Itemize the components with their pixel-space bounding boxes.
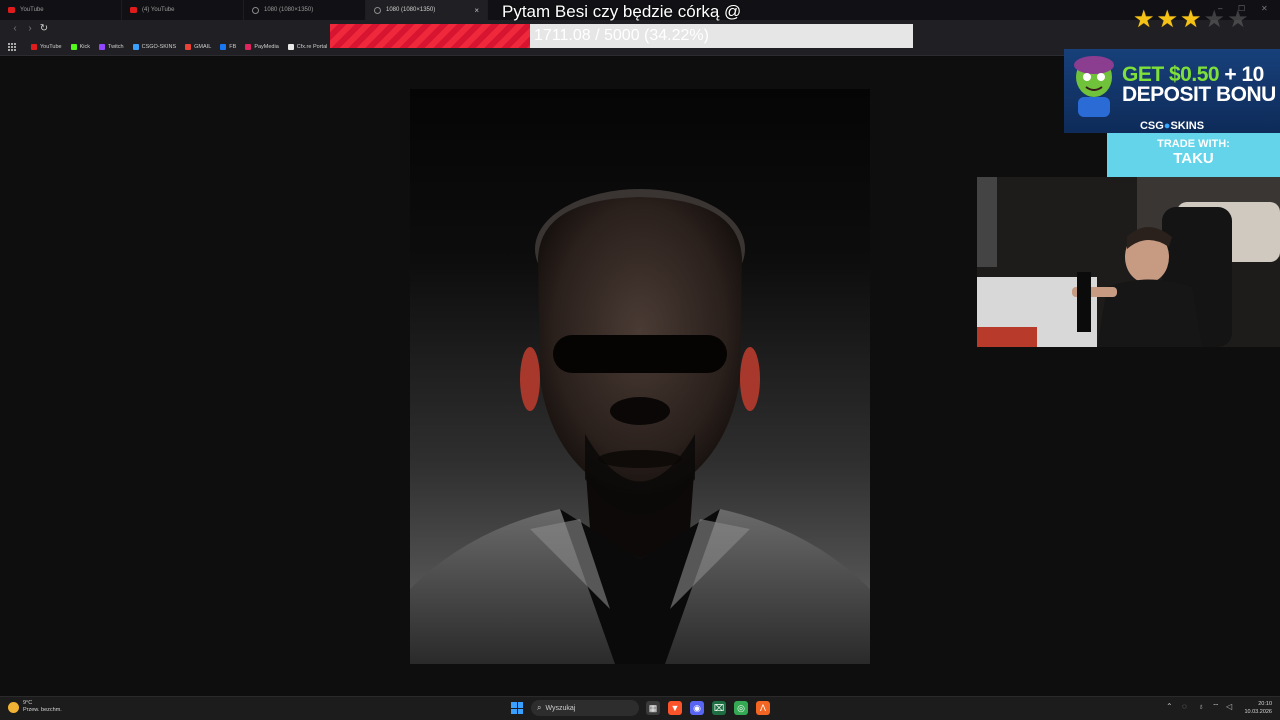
taskbar-search[interactable]: ⌕ Wyszukaj <box>531 700 639 716</box>
sponsor-ad-banner: GET $0.50 + 10 DEPOSIT BONU CSG●SKINS <box>1064 49 1280 133</box>
youtube-icon <box>31 44 37 50</box>
ad-subheadline: DEPOSIT BONU <box>1122 83 1276 106</box>
wifi-icon[interactable]: ⌔ <box>1212 702 1220 712</box>
trade-label: TRADE WITH: <box>1157 138 1230 150</box>
volume-icon[interactable]: ◁ <box>1226 702 1232 711</box>
weather-condition: Przew. bezchm. <box>23 707 62 713</box>
star-icon: ★ <box>1180 6 1202 33</box>
show-hidden-icons-icon[interactable]: ⌃ <box>1166 702 1173 711</box>
close-tab-icon[interactable]: × <box>474 6 479 15</box>
discord-icon[interactable]: ◉ <box>690 701 704 715</box>
facebook-icon <box>220 44 227 50</box>
search-placeholder: Wyszukaj <box>545 704 576 712</box>
weather-text: 9°C Przew. bezchm. <box>23 700 62 714</box>
mascot-character-icon <box>1074 56 1114 117</box>
trade-with-banner: TRADE WITH: TAKU <box>1107 133 1280 177</box>
browser-tab-youtube-2[interactable]: (4) YouTube <box>122 0 244 20</box>
bookmark-cfx[interactable]: Cfx.re Portal <box>287 44 328 50</box>
start-button[interactable] <box>511 702 523 714</box>
webcam-scene <box>977 177 1280 347</box>
bookmark-gmail[interactable]: GMAIL <box>185 44 211 50</box>
bookmark-fb[interactable]: FB <box>220 44 236 50</box>
tab-title: YouTube <box>20 7 44 13</box>
file-explorer-icon[interactable]: ▦ <box>646 701 660 715</box>
clock-time: 20:10 <box>1258 701 1272 707</box>
bookmark-paymedia[interactable]: PayMedia <box>245 44 279 50</box>
weather-sun-icon <box>8 701 19 713</box>
csgo-skins-icon <box>132 44 139 50</box>
app-icon[interactable]: Λ <box>756 701 770 715</box>
trade-name: TAKU <box>1173 150 1214 167</box>
weather-widget[interactable]: 9°C Przew. bezchm. <box>8 700 62 714</box>
bookmark-label: Kick <box>79 44 91 50</box>
star-rating: ★ ★ ★ ★ ★ <box>1133 8 1249 32</box>
excel-icon[interactable]: ⌧ <box>712 701 726 715</box>
cfx-icon <box>287 44 294 50</box>
bookmark-csgo-skins[interactable]: CSGO-SKINS <box>132 44 177 50</box>
bookmark-label: Cfx.re Portal <box>296 44 328 50</box>
stream-title: Pytam Besi czy będzie córką @ <box>502 2 742 21</box>
gmail-icon <box>185 44 192 50</box>
youtube-icon <box>8 7 15 13</box>
apps-grid-icon[interactable] <box>8 43 16 51</box>
paymedia-icon <box>245 44 252 50</box>
browser-tab-image[interactable]: 1080 (1080×1350) <box>244 0 366 20</box>
chrome-icon[interactable]: ◎ <box>734 701 748 715</box>
close-window-button[interactable]: ✕ <box>1261 4 1268 13</box>
ad-brand-left: CSG <box>1139 120 1164 132</box>
weather-temp: 9°C <box>23 700 33 706</box>
youtube-icon <box>130 7 137 13</box>
kick-icon <box>70 44 77 50</box>
bookmark-label: FB <box>229 44 237 50</box>
browser-tab-image-active[interactable]: 1080 (1080×1350) × <box>366 0 488 20</box>
portrait-illustration <box>410 189 870 664</box>
ad-headline: GET $0.50 + 10 <box>1122 64 1264 85</box>
network-icon[interactable]: ◌ <box>1182 702 1187 711</box>
donation-goal-bar: 1711.08 / 5000 (34.22%) <box>330 24 913 48</box>
brave-browser-icon[interactable]: ▼ <box>668 701 682 715</box>
system-clock[interactable]: 20:10 10.03.2026 <box>1240 700 1272 716</box>
microphone-icon[interactable]: ♁ <box>1198 702 1204 711</box>
clock-date: 10.03.2026 <box>1244 709 1272 715</box>
tab-title: 1080 (1080×1350) <box>264 7 314 13</box>
bookmark-label: CSGO-SKINS <box>141 44 177 50</box>
bookmark-youtube[interactable]: YouTube <box>31 44 62 50</box>
donation-goal-text: 1711.08 / 5000 (34.22%) <box>534 27 709 44</box>
bookmark-label: PayMedia <box>254 44 279 50</box>
bookmark-label: GMAIL <box>194 44 212 50</box>
search-icon: ⌕ <box>537 703 542 712</box>
back-button[interactable]: ‹ <box>9 23 21 35</box>
screen: YouTube (4) YouTube 1080 (1080×1350) 108… <box>0 0 1280 720</box>
portrait-image[interactable] <box>410 89 870 664</box>
forward-button[interactable]: › <box>24 23 36 35</box>
bookmark-label: YouTube <box>40 44 62 50</box>
star-icon: ★ <box>1133 6 1155 33</box>
windows-taskbar: 9°C Przew. bezchm. ⌕ Wyszukaj ▦ ▼ ◉ ⌧ ◎ … <box>0 696 1280 720</box>
twitch-icon <box>99 44 106 50</box>
star-icon: ★ <box>1156 6 1179 33</box>
bookmark-label: Twitch <box>108 44 124 50</box>
tab-title: 1080 (1080×1350) <box>386 7 436 13</box>
star-empty-icon: ★ <box>1227 6 1249 33</box>
browser-tab-youtube[interactable]: YouTube <box>0 0 122 20</box>
bookmark-kick[interactable]: Kick <box>70 44 91 50</box>
bookmark-twitch[interactable]: Twitch <box>99 44 124 50</box>
ad-brand: CSG●SKINS <box>1064 119 1280 133</box>
star-empty-icon: ★ <box>1203 6 1226 33</box>
globe-icon <box>374 6 381 14</box>
tab-title: (4) YouTube <box>142 7 175 13</box>
ad-brand-right: SKINS <box>1170 120 1205 132</box>
globe-icon <box>252 6 259 14</box>
webcam-feed <box>977 177 1280 347</box>
reload-button[interactable]: ↻ <box>38 23 50 35</box>
